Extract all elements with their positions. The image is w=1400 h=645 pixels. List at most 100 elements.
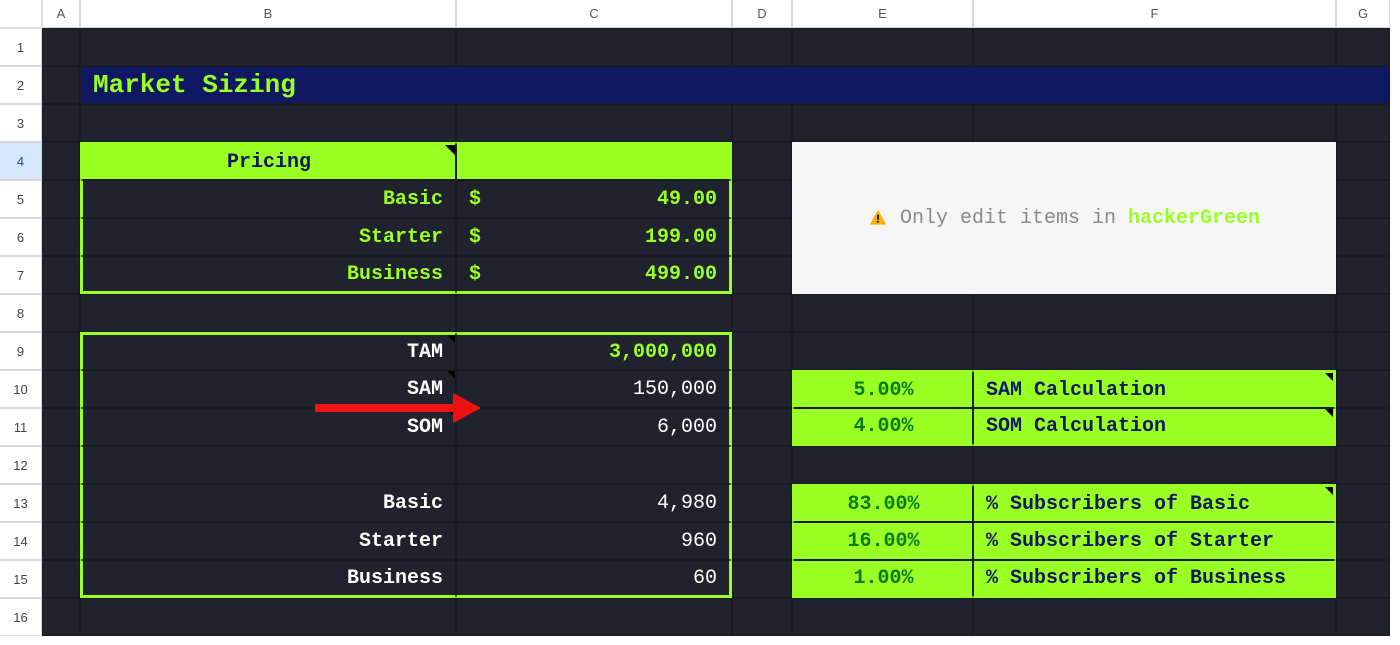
cell-D12[interactable] xyxy=(732,446,792,484)
cell-C14[interactable]: 960 xyxy=(456,522,732,560)
cell-D8[interactable] xyxy=(732,294,792,332)
cell-E1[interactable] xyxy=(792,28,973,66)
cell-C9[interactable]: 3,000,000 xyxy=(456,332,732,370)
cell-A10[interactable] xyxy=(42,370,80,408)
rowhead-4[interactable]: 4 xyxy=(0,142,42,180)
cell-C10[interactable]: 150,000 xyxy=(456,370,732,408)
cell-B14[interactable]: Starter xyxy=(80,522,456,560)
cell-E10[interactable]: 5.00% xyxy=(792,370,973,408)
cell-G14[interactable] xyxy=(1336,522,1390,560)
cell-F8[interactable] xyxy=(973,294,1336,332)
rowhead-1[interactable]: 1 xyxy=(0,28,42,66)
cell-G13[interactable] xyxy=(1336,484,1390,522)
rowhead-9[interactable]: 9 xyxy=(0,332,42,370)
rowhead-12[interactable]: 12 xyxy=(0,446,42,484)
cell-G1[interactable] xyxy=(1336,28,1390,66)
cell-C15[interactable]: 60 xyxy=(456,560,732,598)
cell-F9[interactable] xyxy=(973,332,1336,370)
cell-G12[interactable] xyxy=(1336,446,1390,484)
colhead-C[interactable]: C xyxy=(456,0,732,28)
cell-A16[interactable] xyxy=(42,598,80,636)
rowhead-10[interactable]: 10 xyxy=(0,370,42,408)
colhead-D[interactable]: D xyxy=(732,0,792,28)
cell-G8[interactable] xyxy=(1336,294,1390,332)
cell-B3[interactable] xyxy=(80,104,456,142)
cell-D10[interactable] xyxy=(732,370,792,408)
pricing-header-b[interactable]: Pricing xyxy=(80,142,456,180)
rowhead-6[interactable]: 6 xyxy=(0,218,42,256)
cell-A7[interactable] xyxy=(42,256,80,294)
cell-A11[interactable] xyxy=(42,408,80,446)
cell-G15[interactable] xyxy=(1336,560,1390,598)
cell-F3[interactable] xyxy=(973,104,1336,142)
cell-D13[interactable] xyxy=(732,484,792,522)
rowhead-11[interactable]: 11 xyxy=(0,408,42,446)
cell-E14[interactable]: 16.00% xyxy=(792,522,973,560)
cell-B15[interactable]: Business xyxy=(80,560,456,598)
cell-A9[interactable] xyxy=(42,332,80,370)
cell-B1[interactable] xyxy=(80,28,456,66)
cell-B7[interactable]: Business xyxy=(80,256,456,294)
rowhead-13[interactable]: 13 xyxy=(0,484,42,522)
cell-F15[interactable]: % Subscribers of Business xyxy=(973,560,1336,598)
colhead-A[interactable]: A xyxy=(42,0,80,28)
cell-C8[interactable] xyxy=(456,294,732,332)
cell-F16[interactable] xyxy=(973,598,1336,636)
cell-C1[interactable] xyxy=(456,28,732,66)
colhead-G[interactable]: G xyxy=(1336,0,1390,28)
cell-A4[interactable] xyxy=(42,142,80,180)
cell-D3[interactable] xyxy=(732,104,792,142)
cell-D5[interactable] xyxy=(732,180,792,218)
cell-A15[interactable] xyxy=(42,560,80,598)
rowhead-8[interactable]: 8 xyxy=(0,294,42,332)
cell-B13[interactable]: Basic xyxy=(80,484,456,522)
cell-C6[interactable]: $ 199.00 xyxy=(456,218,732,256)
cell-D15[interactable] xyxy=(732,560,792,598)
rowhead-3[interactable]: 3 xyxy=(0,104,42,142)
cell-B9[interactable]: TAM xyxy=(80,332,456,370)
cell-A1[interactable] xyxy=(42,28,80,66)
cell-E12[interactable] xyxy=(792,446,973,484)
rowhead-15[interactable]: 15 xyxy=(0,560,42,598)
rowhead-5[interactable]: 5 xyxy=(0,180,42,218)
title-band[interactable]: Market Sizing xyxy=(80,66,1390,104)
cell-F10[interactable]: SAM Calculation xyxy=(973,370,1336,408)
cell-D11[interactable] xyxy=(732,408,792,446)
cell-G5[interactable] xyxy=(1336,180,1390,218)
cell-C3[interactable] xyxy=(456,104,732,142)
cell-A13[interactable] xyxy=(42,484,80,522)
cell-B12[interactable] xyxy=(80,446,456,484)
cell-E9[interactable] xyxy=(792,332,973,370)
cell-D6[interactable] xyxy=(732,218,792,256)
cell-G9[interactable] xyxy=(1336,332,1390,370)
cell-C11[interactable]: 6,000 xyxy=(456,408,732,446)
colhead-B[interactable]: B xyxy=(80,0,456,28)
rowhead-16[interactable]: 16 xyxy=(0,598,42,636)
cell-D14[interactable] xyxy=(732,522,792,560)
cell-G11[interactable] xyxy=(1336,408,1390,446)
cell-G10[interactable] xyxy=(1336,370,1390,408)
cell-C13[interactable]: 4,980 xyxy=(456,484,732,522)
cell-E11[interactable]: 4.00% xyxy=(792,408,973,446)
select-all-corner[interactable] xyxy=(0,0,42,28)
cell-G6[interactable] xyxy=(1336,218,1390,256)
cell-E16[interactable] xyxy=(792,598,973,636)
cell-D16[interactable] xyxy=(732,598,792,636)
cell-C12[interactable] xyxy=(456,446,732,484)
cell-E15[interactable]: 1.00% xyxy=(792,560,973,598)
cell-A12[interactable] xyxy=(42,446,80,484)
cell-F14[interactable]: % Subscribers of Starter xyxy=(973,522,1336,560)
cell-C16[interactable] xyxy=(456,598,732,636)
cell-B6[interactable]: Starter xyxy=(80,218,456,256)
cell-G4[interactable] xyxy=(1336,142,1390,180)
rowhead-2[interactable]: 2 xyxy=(0,66,42,104)
cell-E3[interactable] xyxy=(792,104,973,142)
rowhead-7[interactable]: 7 xyxy=(0,256,42,294)
cell-A3[interactable] xyxy=(42,104,80,142)
cell-G16[interactable] xyxy=(1336,598,1390,636)
rowhead-14[interactable]: 14 xyxy=(0,522,42,560)
cell-E13[interactable]: 83.00% xyxy=(792,484,973,522)
pricing-header-c[interactable] xyxy=(456,142,732,180)
cell-B10[interactable]: SAM xyxy=(80,370,456,408)
cell-D7[interactable] xyxy=(732,256,792,294)
